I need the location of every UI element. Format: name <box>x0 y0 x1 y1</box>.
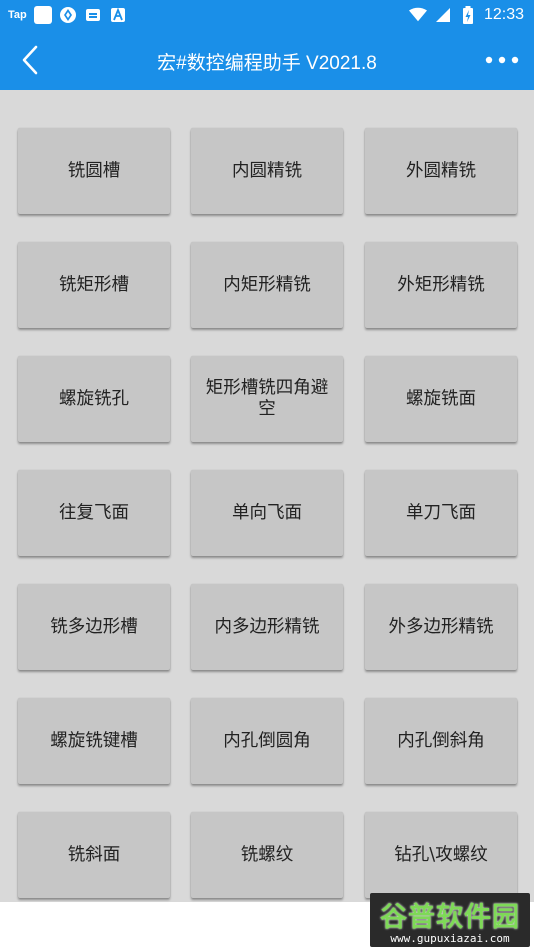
status-bar-left: Tap <box>8 4 127 26</box>
mill-slope-button[interactable]: 铣斜面 <box>18 812 170 898</box>
more-dots-icon <box>485 56 519 64</box>
helical-face-button[interactable]: 螺旋铣面 <box>365 356 517 442</box>
thread-mill-button[interactable]: 铣螺纹 <box>191 812 343 898</box>
app-bar: 宏#数控编程助手 V2021.8 <box>0 30 534 90</box>
hole-fillet-button[interactable]: 内孔倒圆角 <box>191 698 343 784</box>
mill-rect-slot-button[interactable]: 铣矩形槽 <box>18 242 170 328</box>
inner-polygon-finish-button[interactable]: 内多边形精铣 <box>191 584 343 670</box>
clock: 12:33 <box>483 6 524 23</box>
mill-circle-slot-button[interactable]: 铣圆槽 <box>18 128 170 214</box>
drill-tap-button[interactable]: 钻孔\攻螺纹 <box>365 812 517 898</box>
app-square-icon <box>33 6 52 24</box>
outer-polygon-finish-button[interactable]: 外多边形精铣 <box>365 584 517 670</box>
outer-circle-finish-button[interactable]: 外圆精铣 <box>365 128 517 214</box>
font-a-icon <box>109 6 127 24</box>
wifi-icon <box>408 6 427 24</box>
app-diamond-icon <box>59 6 77 24</box>
main-content: 铣圆槽 内圆精铣 外圆精铣 铣矩形槽 内矩形精铣 外矩形精铣 螺旋铣孔 矩形槽铣… <box>0 90 534 902</box>
more-options-button[interactable] <box>482 44 522 76</box>
zigzag-face-button[interactable]: 往复飞面 <box>18 470 170 556</box>
mill-polygon-slot-button[interactable]: 铣多边形槽 <box>18 584 170 670</box>
helical-keyway-button[interactable]: 螺旋铣键槽 <box>18 698 170 784</box>
status-bar: Tap 12:33 <box>0 0 534 30</box>
outer-rect-finish-button[interactable]: 外矩形精铣 <box>365 242 517 328</box>
hole-chamfer-button[interactable]: 内孔倒斜角 <box>365 698 517 784</box>
watermark-brand: 谷普软件园 <box>380 902 520 933</box>
helical-hole-button[interactable]: 螺旋铣孔 <box>18 356 170 442</box>
battery-icon <box>459 6 477 24</box>
carrier-label: Tap <box>8 9 27 21</box>
rect-slot-corner-relief-button[interactable]: 矩形槽铣四角避空 <box>191 356 343 442</box>
signal-icon <box>434 6 452 24</box>
oneway-face-button[interactable]: 单向飞面 <box>191 470 343 556</box>
single-tool-face-button[interactable]: 单刀飞面 <box>365 470 517 556</box>
inner-circle-finish-button[interactable]: 内圆精铣 <box>191 128 343 214</box>
status-bar-right: 12:33 <box>408 4 524 26</box>
notification-icon <box>84 6 102 24</box>
site-watermark: 谷普软件园 www.gupuxiazai.com <box>370 893 530 947</box>
page-title: 宏#数控编程助手 V2021.8 <box>157 53 377 74</box>
inner-rect-finish-button[interactable]: 内矩形精铣 <box>191 242 343 328</box>
watermark-url: www.gupuxiazai.com <box>390 932 510 945</box>
